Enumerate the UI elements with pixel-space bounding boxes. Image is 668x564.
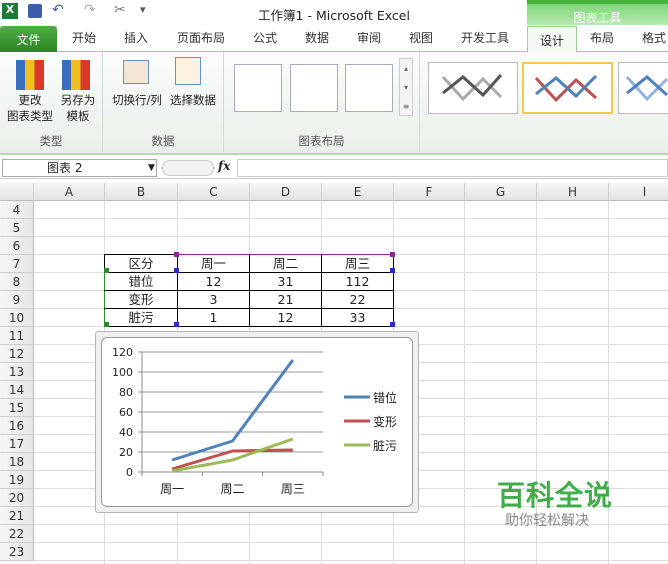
range-handle — [174, 322, 179, 327]
y-tick-label: 0 — [126, 466, 133, 479]
legend-label: 变形 — [373, 414, 397, 429]
y-tick-label: 20 — [119, 446, 133, 459]
range-handle — [174, 268, 179, 273]
range-handle — [104, 268, 109, 273]
range-handle — [104, 322, 109, 327]
y-tick-label: 40 — [119, 426, 133, 439]
range-handle — [174, 252, 179, 257]
range-handle — [390, 268, 395, 273]
watermark-subtitle: 助你轻松解决 — [505, 513, 589, 529]
legend-label: 错位 — [373, 390, 397, 405]
range-handle — [390, 252, 395, 257]
y-tick-label: 80 — [119, 386, 133, 399]
legend-label: 脏污 — [373, 438, 397, 453]
y-tick-label: 120 — [112, 346, 133, 359]
x-tick-label: 周一 — [160, 482, 184, 496]
range-handle — [390, 322, 395, 327]
y-tick-label: 60 — [119, 406, 133, 419]
y-tick-label: 100 — [112, 366, 133, 379]
x-tick-label: 周二 — [220, 482, 244, 496]
watermark-title: 百科全说 — [497, 479, 614, 512]
x-tick-label: 周三 — [281, 482, 305, 496]
